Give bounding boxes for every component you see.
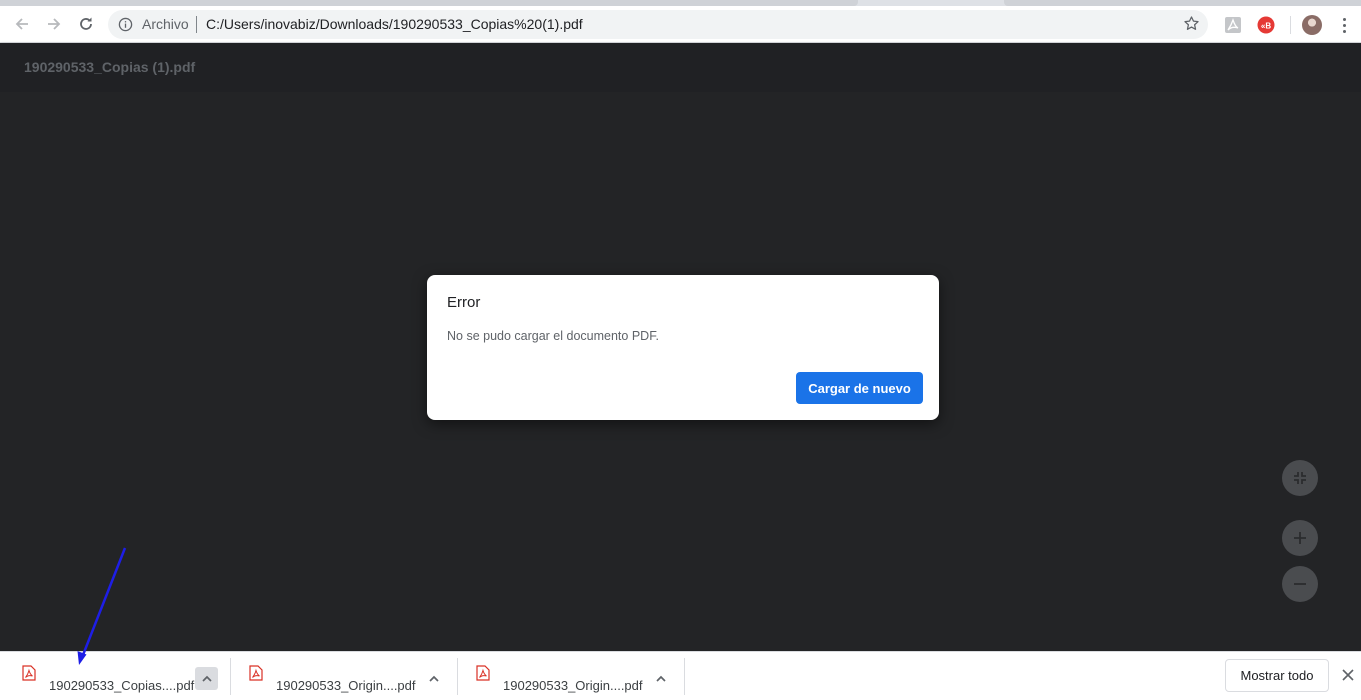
acrobat-extension-button[interactable] <box>1223 15 1243 35</box>
download-options-button[interactable] <box>422 667 445 690</box>
kebab-icon[interactable] <box>1336 15 1352 35</box>
download-item[interactable]: 190290533_Copias....pdf <box>22 658 222 695</box>
chevron-up-icon <box>428 675 439 682</box>
download-options-button[interactable] <box>649 667 672 690</box>
dialog-title: Error <box>447 294 481 311</box>
show-all-downloads-button[interactable]: Mostrar todo <box>1225 659 1329 692</box>
zoom-out-button[interactable] <box>1282 566 1318 602</box>
close-icon <box>1342 669 1354 681</box>
acrobat-icon <box>1225 17 1241 33</box>
download-divider <box>684 658 685 695</box>
reload-button[interactable] <box>72 10 100 38</box>
download-options-button[interactable] <box>195 667 218 690</box>
reload-icon <box>80 17 92 30</box>
forward-button[interactable] <box>40 10 68 38</box>
error-dialog: Error No se pudo cargar el documento PDF… <box>427 275 939 420</box>
download-item[interactable]: 190290533_Origin....pdf <box>249 658 449 695</box>
url-text[interactable]: C:/Users/inovabiz/Downloads/190290533_Co… <box>206 16 583 32</box>
zoom-in-button[interactable] <box>1282 520 1318 556</box>
svg-text:«B: «B <box>1261 22 1271 31</box>
fit-to-page-icon <box>1294 472 1306 484</box>
minus-icon <box>1294 583 1306 585</box>
red-extension-button[interactable]: «B <box>1256 15 1276 35</box>
arrow-left-icon <box>15 18 28 30</box>
download-filename: 190290533_Origin....pdf <box>276 678 416 693</box>
pdf-toolbar: 190290533_Copias (1).pdf <box>0 43 1361 92</box>
profile-avatar[interactable] <box>1302 15 1322 35</box>
extension-icon: «B <box>1257 16 1275 34</box>
back-button[interactable] <box>8 10 36 38</box>
pdf-title: 190290533_Copias (1).pdf <box>24 59 196 75</box>
download-filename: 190290533_Origin....pdf <box>503 678 643 693</box>
pdf-file-icon <box>249 665 263 681</box>
address-bar[interactable]: Archivo C:/Users/inovabiz/Downloads/1902… <box>108 10 1208 39</box>
dialog-message: No se pudo cargar el documento PDF. <box>447 329 659 343</box>
info-icon[interactable] <box>118 17 133 32</box>
star-icon[interactable] <box>1183 15 1200 32</box>
browser-toolbar: Archivo C:/Users/inovabiz/Downloads/1902… <box>0 6 1361 43</box>
omnibox-divider <box>196 16 197 33</box>
fit-page-button[interactable] <box>1282 460 1318 496</box>
toolbar-divider <box>1290 16 1291 34</box>
pdf-file-icon <box>476 665 490 681</box>
download-divider <box>230 658 231 695</box>
pdf-file-icon <box>22 665 36 681</box>
download-item[interactable]: 190290533_Origin....pdf <box>476 658 676 695</box>
chevron-up-icon <box>655 675 666 682</box>
download-filename: 190290533_Copias....pdf <box>49 678 195 693</box>
reload-document-button[interactable]: Cargar de nuevo <box>796 372 923 404</box>
plus-icon <box>1294 532 1306 544</box>
download-shelf: 190290533_Copias....pdf 190290533_Origin… <box>0 651 1361 700</box>
chevron-up-icon <box>201 675 212 682</box>
close-shelf-button[interactable] <box>1340 667 1356 683</box>
arrow-right-icon <box>48 18 61 30</box>
download-divider <box>457 658 458 695</box>
scheme-label: Archivo <box>142 16 189 32</box>
